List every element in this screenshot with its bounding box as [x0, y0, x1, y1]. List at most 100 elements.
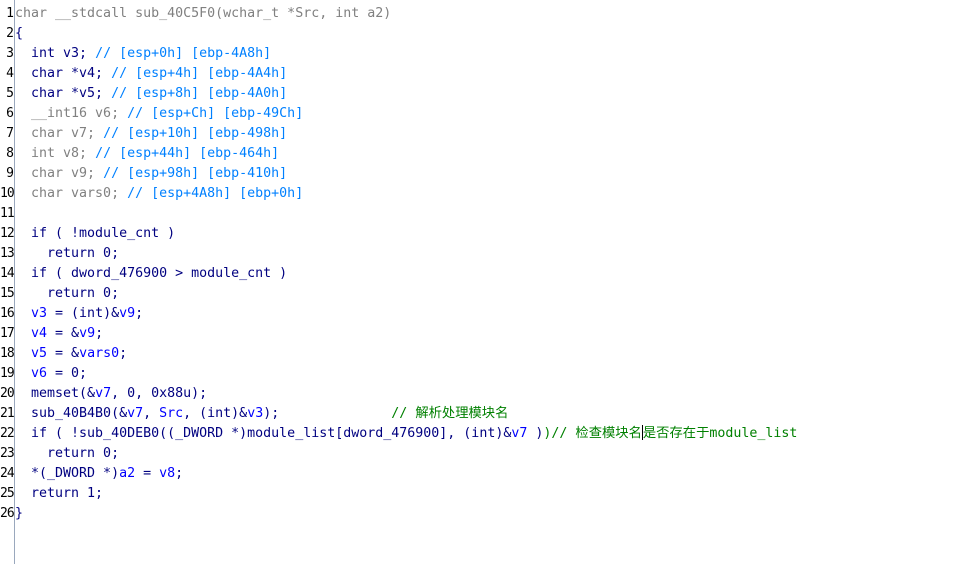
code-token: char *v5; — [15, 86, 112, 101]
code-token: } — [15, 506, 24, 521]
code-line[interactable]: int v3; // [esp+0h] [ebp-4A8h] — [15, 44, 964, 64]
code-token: v7 — [127, 406, 144, 421]
code-token: return 1; — [15, 486, 104, 501]
code-token: v7 — [511, 426, 528, 441]
line-number: 17 — [0, 326, 15, 341]
code-token: ; — [175, 466, 184, 481]
line-number: 9 — [6, 166, 14, 181]
code-line[interactable]: char v7; // [esp+10h] [ebp-498h] — [15, 124, 964, 144]
code-token: , (int)& — [183, 406, 248, 421]
code-comment: // [esp+8h] [ebp-4A0h] — [111, 86, 288, 101]
pseudocode-view[interactable]: 1 2 3 4 5 6 7 8 9 10 11 12 13 14 15 16 17 18 19 20 21 22 23 24 2… — [0, 0, 964, 564]
code-token: return 0; — [15, 286, 120, 301]
line-number: 20 — [0, 386, 15, 401]
code-line[interactable]: return 0; — [15, 244, 964, 264]
code-line[interactable]: return 0; — [15, 284, 964, 304]
code-line[interactable]: char *v5; // [esp+8h] [ebp-4A0h] — [15, 84, 964, 104]
code-line[interactable]: v6 = 0; — [15, 364, 964, 384]
code-comment: 是否存在于module_list — [642, 426, 798, 441]
line-number: 18 — [0, 346, 15, 361]
code-line[interactable]: *(_DWORD *)a2 = v8; — [15, 464, 964, 484]
code-comment: // [esp+4A8h] [ebp+0h] — [127, 186, 304, 201]
code-token: , — [143, 406, 160, 421]
code-line[interactable]: char __stdcall sub_40C5F0(wchar_t *Src, … — [15, 4, 964, 24]
code-token: = (int)& — [47, 306, 120, 321]
code-token: ; — [95, 326, 104, 341]
code-token: char vars0; — [15, 186, 128, 201]
code-line[interactable]: } — [15, 504, 964, 524]
code-line[interactable]: int v8; // [esp+44h] [ebp-464h] — [15, 144, 964, 164]
code-line[interactable]: if ( dword_476900 > module_cnt ) — [15, 264, 964, 284]
code-area[interactable]: char __stdcall sub_40C5F0(wchar_t *Src, … — [15, 4, 964, 524]
code-line[interactable]: return 0; — [15, 444, 964, 464]
line-number: 1 — [6, 6, 14, 21]
code-token: __int16 v6; — [15, 106, 128, 121]
code-token: v3 — [247, 406, 264, 421]
code-token: v3 — [31, 306, 48, 321]
code-token: return 0; — [15, 446, 120, 461]
code-token: ; — [135, 306, 144, 321]
line-number: 6 — [6, 106, 14, 121]
code-token: ; — [119, 346, 128, 361]
code-line[interactable]: char vars0; // [esp+4A8h] [ebp+0h] — [15, 184, 964, 204]
code-token: v8 — [159, 466, 176, 481]
line-number: 13 — [0, 246, 15, 261]
code-token: if ( !module_cnt ) — [15, 226, 176, 241]
code-token: if ( !sub_40DEB0((_DWORD *)module_list[d… — [15, 426, 512, 441]
code-line[interactable]: if ( !sub_40DEB0((_DWORD *)module_list[d… — [15, 424, 964, 444]
line-number: 2 — [6, 26, 14, 41]
code-token: v5 — [31, 346, 48, 361]
code-token: = 0; — [47, 366, 88, 381]
code-line[interactable]: sub_40B4B0(&v7, Src, (int)&v3); // 解析处理模… — [15, 404, 964, 424]
code-token: { — [15, 26, 24, 41]
line-number: 12 — [0, 226, 15, 241]
code-token: memset(& — [15, 386, 96, 401]
code-comment: // 解析处理模块名 — [391, 406, 509, 421]
code-line[interactable]: if ( !module_cnt ) — [15, 224, 964, 244]
code-token: ) — [527, 426, 544, 441]
code-token: = & — [47, 346, 80, 361]
code-line[interactable]: char v9; // [esp+98h] [ebp-410h] — [15, 164, 964, 184]
code-line[interactable]: memset(&v7, 0, 0x88u); — [15, 384, 964, 404]
code-token: v4 — [31, 326, 48, 341]
line-number: 21 — [0, 406, 15, 421]
code-token: , 0, 0x88u); — [111, 386, 208, 401]
line-number: 26 — [0, 506, 15, 521]
code-token: = & — [47, 326, 80, 341]
code-line[interactable] — [15, 204, 964, 224]
code-line[interactable]: return 1; — [15, 484, 964, 504]
code-token: sub_40B4B0(& — [15, 406, 128, 421]
code-comment: )// 检查模块名 — [543, 426, 642, 441]
line-number: 23 — [0, 446, 15, 461]
line-number-gutter: 1 2 3 4 5 6 7 8 9 10 11 12 13 14 15 16 17 18 19 20 21 22 23 24 2… — [0, 4, 15, 524]
code-comment: // [esp+10h] [ebp-498h] — [103, 126, 288, 141]
code-token: ); — [263, 406, 392, 421]
line-number: 15 — [0, 286, 15, 301]
code-token: int v3; — [15, 46, 96, 61]
code-token: Src — [159, 406, 184, 421]
code-line[interactable]: { — [15, 24, 964, 44]
code-token: int v8; — [15, 146, 96, 161]
code-token: v9 — [119, 306, 136, 321]
line-number: 5 — [6, 86, 14, 101]
code-token: v7 — [95, 386, 112, 401]
code-token: *(_DWORD *) — [15, 466, 120, 481]
code-line[interactable]: char *v4; // [esp+4h] [ebp-4A4h] — [15, 64, 964, 84]
code-line[interactable]: v4 = &v9; — [15, 324, 964, 344]
code-comment: // [esp+4h] [ebp-4A4h] — [111, 66, 288, 81]
code-token: vars0 — [79, 346, 120, 361]
code-line[interactable]: __int16 v6; // [esp+Ch] [ebp-49Ch] — [15, 104, 964, 124]
code-comment: // [esp+Ch] [ebp-49Ch] — [127, 106, 304, 121]
code-line[interactable]: v5 = &vars0; — [15, 344, 964, 364]
code-line[interactable]: v3 = (int)&v9; — [15, 304, 964, 324]
code-token: v9 — [79, 326, 96, 341]
code-token: a2 — [119, 466, 136, 481]
code-token: v6 — [31, 366, 48, 381]
line-number: 24 — [0, 466, 15, 481]
code-token: if ( dword_476900 > module_cnt ) — [15, 266, 288, 281]
line-number: 4 — [6, 66, 14, 81]
line-number: 25 — [0, 486, 15, 501]
